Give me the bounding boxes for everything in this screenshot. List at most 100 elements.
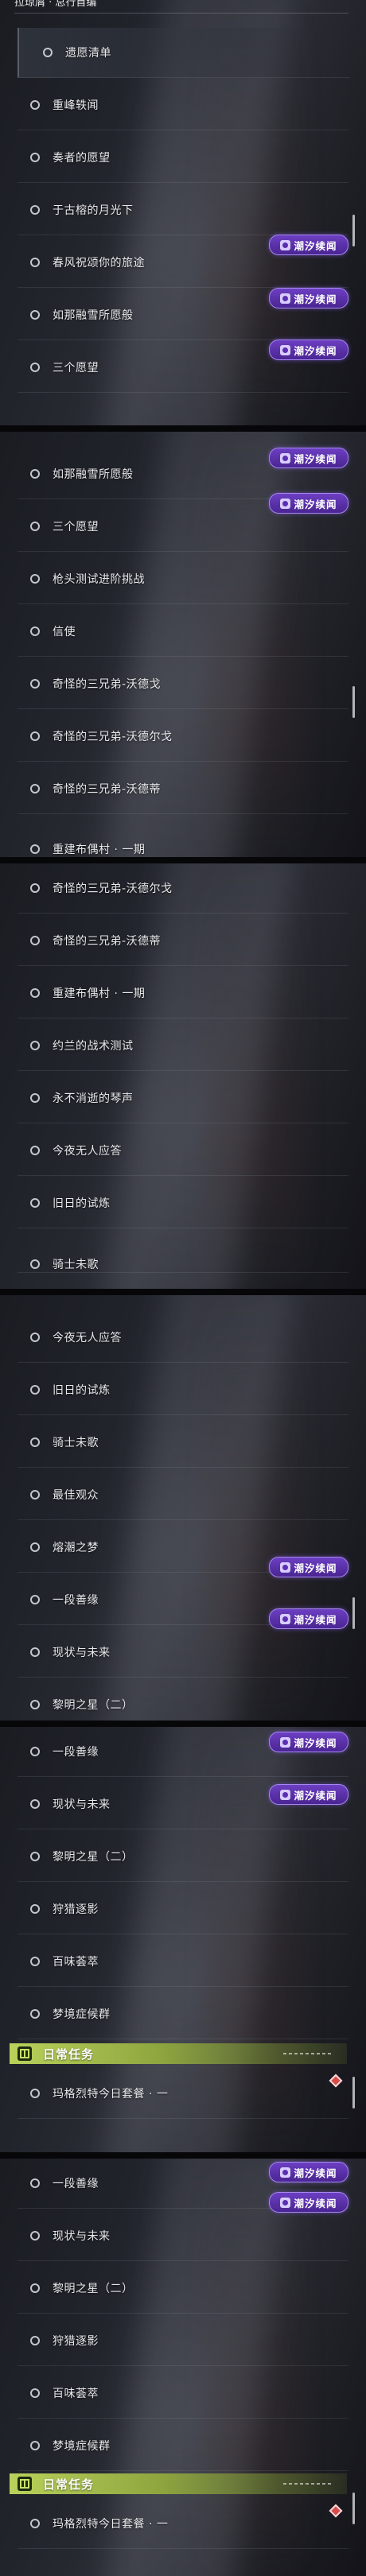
decorative-dots xyxy=(283,2483,331,2485)
list-item-label: 旧日的试炼 xyxy=(53,1197,111,1210)
badge-label: 潮汐续闻 xyxy=(294,1789,337,1802)
list-item[interactable]: 百味荟萃 xyxy=(18,1937,348,1987)
scrollbar[interactable] xyxy=(352,2493,355,2524)
list-item-label: 狩猎逐影 xyxy=(53,1903,99,1916)
circle-icon xyxy=(30,784,40,793)
tide-tales-badge: 潮汐续闻 xyxy=(269,493,348,514)
list-item-label: 三个愿望 xyxy=(53,362,99,374)
quest-list-panel-4: 今夜无人应答 旧日的试炼 骑士未歌 最佳观众 熔潮之梦 一段善缘 现状与未来 黎… xyxy=(0,1295,366,1721)
badge-label: 潮汐续闻 xyxy=(294,344,337,357)
list-item-selected[interactable]: 遗愿清单 xyxy=(18,28,350,78)
list-item[interactable]: 奇怪的三兄弟-沃德尔戈 xyxy=(18,712,348,762)
quest-list-panel-2: 如那融雪所愿般 三个愿望 枪头测试进阶挑战 信使 奇怪的三兄弟-沃德戈 奇怪的三… xyxy=(0,432,366,857)
circle-icon xyxy=(30,936,40,945)
list-item[interactable]: 旧日的试炼 xyxy=(18,1178,348,1228)
list-item-label: 最佳观众 xyxy=(53,1489,99,1502)
circle-icon xyxy=(30,2336,40,2345)
list-item-label: 奇怪的三兄弟-沃德戈 xyxy=(53,678,162,691)
list-item[interactable]: 黎明之星（二） xyxy=(18,1680,348,1721)
circle-icon xyxy=(30,1093,40,1103)
circle-icon xyxy=(30,2441,40,2450)
circle-icon xyxy=(30,1542,40,1552)
circle-icon xyxy=(30,310,40,320)
list-item-label: 狩猎逐影 xyxy=(53,2335,99,2348)
list-item[interactable]: 骑士未歌 xyxy=(18,1418,348,1468)
list-item[interactable]: 现状与未来 xyxy=(18,1627,348,1678)
list-item-label: 今夜无人应答 xyxy=(53,1145,122,1158)
list-item[interactable]: 骑士未歌 xyxy=(18,1256,348,1273)
list-item[interactable]: 枪头测试进阶挑战 xyxy=(18,554,348,604)
list-item-label: 现状与未来 xyxy=(53,1647,111,1659)
list-item[interactable]: 玛格烈特今日套餐 · 一 xyxy=(18,2069,348,2119)
list-item[interactable]: 奏者的愿望 xyxy=(18,133,348,183)
daily-tasks-header[interactable]: 日常任务 xyxy=(10,2473,347,2494)
circle-icon xyxy=(30,1747,40,1756)
tide-icon xyxy=(280,1562,291,1573)
list-item[interactable]: 梦境症候群 xyxy=(18,1989,348,2039)
list-item-label: 百味荟萃 xyxy=(53,2388,99,2400)
list-item-label: 黎明之星（二） xyxy=(53,1851,134,1864)
list-item[interactable]: 旧日的试炼 xyxy=(18,1365,348,1415)
list-item[interactable]: 奇怪的三兄弟-沃德蒂 xyxy=(18,916,348,966)
circle-icon xyxy=(30,469,40,479)
list-item-label: 梦境症候群 xyxy=(53,2008,111,2021)
circle-icon xyxy=(30,1437,40,1447)
list-item[interactable]: 重峰轶闻 xyxy=(18,80,348,130)
tide-tales-badge: 潮汐续闻 xyxy=(269,339,348,360)
list-item-label: 遗愿清单 xyxy=(65,47,111,60)
list-item[interactable]: 最佳观众 xyxy=(18,1470,348,1520)
list-item-label: 旧日的试炼 xyxy=(53,1384,111,1397)
list-item[interactable]: 信使 xyxy=(18,607,348,657)
list-item[interactable]: 永不消逝的琴声 xyxy=(18,1073,348,1123)
circle-icon xyxy=(30,1647,40,1657)
circle-icon xyxy=(30,2089,40,2098)
circle-icon xyxy=(30,1700,40,1709)
list-item[interactable]: 重建布偶村 · 一期 xyxy=(18,841,348,857)
list-item-label: 一段善缘 xyxy=(53,2178,99,2190)
list-item[interactable]: 黎明之星（二） xyxy=(18,2264,348,2314)
circle-icon xyxy=(30,1198,40,1208)
list-item[interactable]: 狩猎逐影 xyxy=(18,2316,348,2366)
circle-icon xyxy=(30,1333,40,1342)
list-item[interactable]: 黎明之星（二） xyxy=(18,1832,348,1882)
circle-icon xyxy=(30,2388,40,2398)
list-item[interactable]: 今夜无人应答 xyxy=(18,1313,348,1363)
quest-list-panel-1: 拉琼屑 · 总行首编 遗愿清单 重峰轶闻 奏者的愿望 于古榕的月光下 春风祝颂你… xyxy=(0,0,366,425)
list-item-label: 黎明之星（二） xyxy=(53,2283,134,2295)
circle-icon xyxy=(30,205,40,215)
tide-tales-badge: 潮汐续闻 xyxy=(269,2162,348,2182)
tide-tales-badge: 潮汐续闻 xyxy=(269,1557,348,1577)
scrollbar[interactable] xyxy=(352,686,355,718)
list-item[interactable]: 奇怪的三兄弟-沃德蒂 xyxy=(18,764,348,814)
circle-icon xyxy=(30,1041,40,1050)
daily-tasks-header[interactable]: 日常任务 xyxy=(10,2043,347,2064)
tide-tales-badge: 潮汐续闻 xyxy=(269,1784,348,1805)
list-item[interactable]: 梦境症候群 xyxy=(18,2421,348,2471)
circle-icon xyxy=(43,48,53,57)
list-item[interactable]: 百味荟萃 xyxy=(18,2368,348,2419)
list-item[interactable]: 今夜无人应答 xyxy=(18,1126,348,1176)
tide-tales-badge: 潮汐续闻 xyxy=(269,1732,348,1752)
tide-icon xyxy=(280,1736,291,1748)
list-item-label: 现状与未来 xyxy=(53,1798,111,1811)
list-item-label: 百味荟萃 xyxy=(53,1956,99,1969)
circle-icon xyxy=(30,1904,40,1914)
list-item[interactable]: 奇怪的三兄弟-沃德尔戈 xyxy=(18,863,348,914)
book-icon xyxy=(18,2046,32,2061)
list-item[interactable]: 约兰的战术测试 xyxy=(18,1021,348,1071)
tide-tales-badge: 潮汐续闻 xyxy=(269,288,348,308)
circle-icon xyxy=(30,844,40,854)
list-item[interactable]: 玛格烈特今日套餐 · 一 xyxy=(18,2499,348,2549)
scrollbar[interactable] xyxy=(352,1597,355,1629)
list-item[interactable]: 于古榕的月光下 xyxy=(18,185,348,235)
scrollbar[interactable] xyxy=(352,2077,355,2109)
list-item-label: 重建布偶村 · 一期 xyxy=(53,844,146,856)
list-item[interactable]: 现状与未来 xyxy=(18,2211,348,2261)
list-item[interactable]: 重建布偶村 · 一期 xyxy=(18,968,348,1018)
list-item-label: 奇怪的三兄弟-沃德蒂 xyxy=(53,935,162,948)
book-icon xyxy=(18,2477,32,2491)
scrollbar[interactable] xyxy=(352,215,355,246)
tide-icon xyxy=(280,293,291,304)
list-item[interactable]: 奇怪的三兄弟-沃德戈 xyxy=(18,659,348,709)
list-item[interactable]: 狩猎逐影 xyxy=(18,1884,348,1934)
